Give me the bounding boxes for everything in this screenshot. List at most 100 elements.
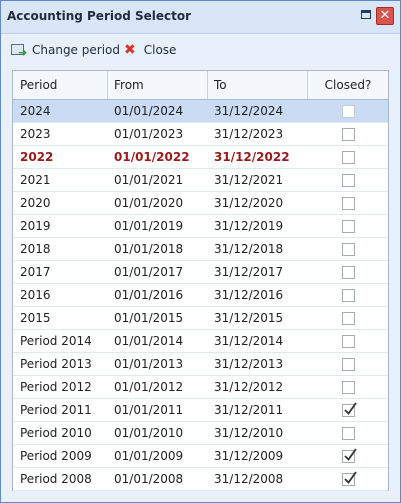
maximize-icon: [361, 10, 371, 19]
closed-checkbox[interactable]: [342, 151, 355, 164]
cell-from: 01/01/2016: [114, 288, 184, 302]
window-title: Accounting Period Selector: [7, 9, 192, 23]
window-close-button[interactable]: ✕: [376, 7, 394, 25]
table-row[interactable]: 2019 01/01/2019 31/12/2019: [13, 215, 388, 238]
cell-to: 31/12/2021: [214, 173, 284, 187]
closed-checkbox[interactable]: [342, 266, 355, 279]
table-row[interactable]: Period 2013 01/01/2013 31/12/2013: [13, 353, 388, 376]
table-row[interactable]: 2022 01/01/2022 31/12/2022: [13, 146, 388, 169]
closed-checkbox[interactable]: [342, 312, 355, 325]
checkmark-icon: [344, 448, 357, 461]
cell-from: 01/01/2023: [114, 127, 184, 141]
cell-from: 01/01/2013: [114, 357, 184, 371]
cell-to: 31/12/2013: [214, 357, 284, 371]
closed-checkbox[interactable]: [342, 220, 355, 233]
cell-period: 2017: [20, 265, 51, 279]
closed-checkbox[interactable]: [342, 471, 357, 486]
closed-checkbox[interactable]: [342, 289, 355, 302]
change-period-button[interactable]: ➜ Change period: [11, 41, 120, 59]
cell-from: 01/01/2019: [114, 219, 184, 233]
closed-checkbox[interactable]: [342, 427, 355, 440]
table-row[interactable]: 2020 01/01/2020 31/12/2020: [13, 192, 388, 215]
title-bar: Accounting Period Selector ✕: [1, 1, 400, 34]
cell-period: 2022: [20, 150, 54, 164]
cell-period: Period 2012: [20, 380, 92, 394]
table-row[interactable]: Period 2009 01/01/2009 31/12/2009: [13, 445, 388, 468]
cell-period: 2015: [20, 311, 51, 325]
cell-from: 01/01/2012: [114, 380, 184, 394]
cell-to: 31/12/2011: [214, 403, 284, 417]
window-close-icon: ✕: [379, 8, 391, 23]
grid-body: 2024 01/01/2024 31/12/2024 2023 01/01/2023 31…: [13, 100, 388, 491]
cell-to: 31/12/2022: [214, 150, 290, 164]
table-row[interactable]: 2016 01/01/2016 31/12/2016: [13, 284, 388, 307]
cell-period: 2016: [20, 288, 51, 302]
close-x-icon: ✖: [124, 42, 136, 58]
cell-period: 2019: [20, 219, 51, 233]
cell-from: 01/01/2017: [114, 265, 184, 279]
cell-from: 01/01/2021: [114, 173, 184, 187]
table-row[interactable]: Period 2011 01/01/2011 31/12/2011: [13, 399, 388, 422]
closed-checkbox[interactable]: [342, 448, 357, 463]
close-button[interactable]: ✖ Close: [124, 41, 176, 59]
cell-period: Period 2011: [20, 403, 92, 417]
cell-from: 01/01/2022: [114, 150, 190, 164]
checkmark-icon: [344, 471, 357, 484]
closed-checkbox[interactable]: [342, 335, 355, 348]
closed-checkbox[interactable]: [342, 381, 355, 394]
toolbar: ➜ Change period ✖ Close: [1, 34, 400, 64]
cell-period: Period 2009: [20, 449, 92, 463]
cell-period: Period 2014: [20, 334, 92, 348]
table-row[interactable]: Period 2010 01/01/2010 31/12/2010: [13, 422, 388, 445]
cell-from: 01/01/2024: [114, 104, 184, 118]
closed-checkbox[interactable]: [342, 358, 355, 371]
cell-to: 31/12/2016: [214, 288, 284, 302]
table-row[interactable]: 2015 01/01/2015 31/12/2015: [13, 307, 388, 330]
cell-period: 2021: [20, 173, 51, 187]
column-header-to[interactable]: To: [208, 71, 308, 99]
maximize-button[interactable]: [358, 7, 376, 25]
cell-from: 01/01/2018: [114, 242, 184, 256]
closed-checkbox[interactable]: [342, 174, 355, 187]
closed-checkbox[interactable]: [342, 402, 357, 417]
accounting-period-selector-window: Accounting Period Selector ✕ ➜ Change pe…: [0, 0, 401, 503]
column-header-closed[interactable]: Closed?: [308, 71, 388, 99]
cell-to: 31/12/2019: [214, 219, 284, 233]
close-label: Close: [143, 43, 177, 57]
cell-from: 01/01/2008: [114, 472, 184, 486]
cell-from: 01/01/2010: [114, 426, 184, 440]
cell-to: 31/12/2010: [214, 426, 284, 440]
column-header-period[interactable]: Period: [13, 71, 108, 99]
closed-checkbox[interactable]: [342, 243, 355, 256]
cell-period: Period 2013: [20, 357, 92, 371]
closed-checkbox[interactable]: [342, 128, 355, 141]
cell-to: 31/12/2008: [214, 472, 284, 486]
column-header-from[interactable]: From: [108, 71, 208, 99]
checkmark-icon: [344, 402, 357, 415]
periods-grid: Period From To Closed? 2024 01/01/2024 31/…: [12, 70, 389, 491]
table-row[interactable]: Period 2014 01/01/2014 31/12/2014: [13, 330, 388, 353]
cell-to: 31/12/2024: [214, 104, 284, 118]
table-row[interactable]: 2018 01/01/2018 31/12/2018: [13, 238, 388, 261]
cell-from: 01/01/2014: [114, 334, 184, 348]
cell-to: 31/12/2020: [214, 196, 284, 210]
cell-from: 01/01/2009: [114, 449, 184, 463]
table-row[interactable]: 2023 01/01/2023 31/12/2023: [13, 123, 388, 146]
cell-to: 31/12/2017: [214, 265, 284, 279]
cell-period: Period 2010: [20, 426, 92, 440]
cell-period: 2024: [20, 104, 51, 118]
closed-checkbox[interactable]: [342, 105, 355, 118]
table-row[interactable]: 2021 01/01/2021 31/12/2021: [13, 169, 388, 192]
cell-from: 01/01/2015: [114, 311, 184, 325]
closed-checkbox[interactable]: [342, 197, 355, 210]
cell-period: 2020: [20, 196, 51, 210]
table-row[interactable]: 2017 01/01/2017 31/12/2017: [13, 261, 388, 284]
cell-from: 01/01/2011: [114, 403, 184, 417]
table-row[interactable]: Period 2008 01/01/2008 31/12/2008: [13, 468, 388, 491]
cell-period: 2018: [20, 242, 51, 256]
cell-from: 01/01/2020: [114, 196, 184, 210]
table-row[interactable]: Period 2012 01/01/2012 31/12/2012: [13, 376, 388, 399]
cell-to: 31/12/2018: [214, 242, 284, 256]
cell-to: 31/12/2009: [214, 449, 284, 463]
table-row[interactable]: 2024 01/01/2024 31/12/2024: [13, 100, 388, 123]
